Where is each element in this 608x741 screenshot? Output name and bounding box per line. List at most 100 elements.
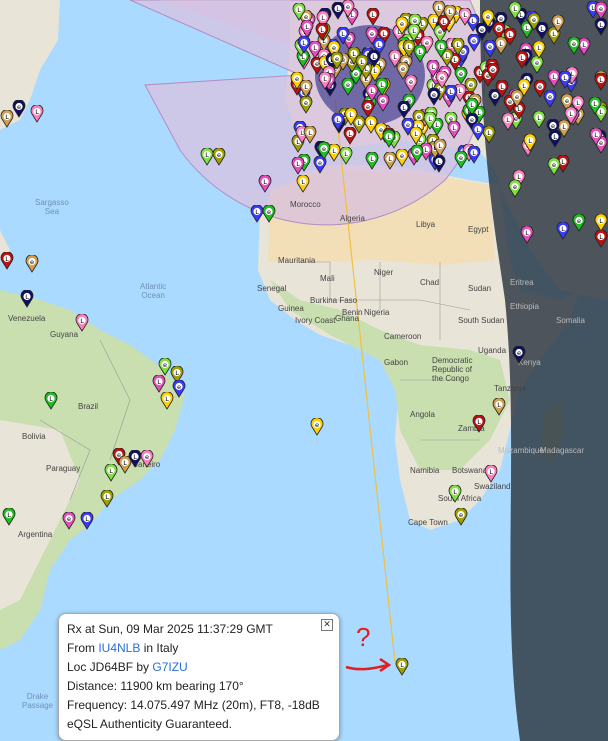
- spot-marker-icon[interactable]: e: [512, 346, 526, 364]
- spot-marker-icon[interactable]: L: [503, 28, 517, 47]
- spot-marker-icon[interactable]: L: [318, 71, 332, 90]
- spot-marker-icon[interactable]: e: [140, 450, 154, 468]
- spot-marker-icon[interactable]: L: [2, 508, 16, 526]
- spot-marker-icon[interactable]: e: [62, 512, 76, 530]
- spot-marker-icon[interactable]: L: [365, 151, 379, 170]
- spot-marker-icon[interactable]: L: [344, 107, 358, 126]
- spot-marker-icon[interactable]: L: [520, 226, 534, 244]
- spot-marker-icon[interactable]: L: [296, 175, 310, 193]
- spot-marker-icon[interactable]: L: [258, 175, 272, 193]
- spot-marker-icon[interactable]: L: [523, 133, 537, 152]
- spot-marker-icon[interactable]: e: [172, 380, 186, 398]
- spot-marker-icon[interactable]: L: [423, 112, 437, 130]
- spot-marker-icon[interactable]: L: [44, 392, 58, 410]
- spot-marker-icon[interactable]: L: [395, 658, 409, 676]
- spot-marker-icon[interactable]: e: [527, 13, 541, 32]
- map-view[interactable]: Sargasso Sea Atlantic Ocean Venezuela Gu…: [0, 0, 608, 741]
- spot-marker-icon[interactable]: L: [515, 51, 529, 69]
- spot-marker-icon[interactable]: L: [160, 392, 174, 410]
- spot-marker-icon[interactable]: L: [448, 485, 462, 503]
- spot-marker-icon[interactable]: L: [551, 15, 565, 33]
- spot-marker-icon[interactable]: e: [395, 16, 409, 35]
- spot-marker-icon[interactable]: L: [451, 38, 465, 56]
- spot-marker-icon[interactable]: e: [262, 205, 276, 223]
- spot-marker-icon[interactable]: L: [433, 138, 447, 157]
- spot-marker-icon[interactable]: e: [454, 150, 468, 169]
- spot-marker-icon[interactable]: e: [547, 157, 561, 176]
- spot-marker-icon[interactable]: e: [475, 22, 489, 41]
- spot-marker-icon[interactable]: e: [299, 96, 313, 114]
- spot-marker-icon[interactable]: e: [410, 144, 424, 163]
- close-icon[interactable]: ✕: [321, 619, 333, 631]
- spot-marker-icon[interactable]: L: [303, 125, 317, 144]
- spot-marker-icon[interactable]: L: [364, 115, 378, 134]
- spot-marker-icon[interactable]: e: [510, 90, 524, 108]
- spot-marker-icon[interactable]: e: [543, 89, 557, 108]
- spot-marker-icon[interactable]: e: [310, 418, 324, 436]
- spot-marker-icon[interactable]: L: [501, 113, 515, 131]
- spot-marker-icon[interactable]: e: [508, 180, 522, 198]
- spot-marker-icon[interactable]: L: [558, 70, 572, 89]
- spot-marker-icon[interactable]: L: [434, 40, 448, 58]
- spot-marker-icon[interactable]: e: [12, 100, 26, 118]
- spot-marker-icon[interactable]: e: [25, 255, 39, 273]
- spot-marker-icon[interactable]: e: [486, 63, 500, 82]
- spot-marker-icon[interactable]: L: [339, 147, 353, 165]
- spot-marker-icon[interactable]: L: [594, 73, 608, 91]
- spot-marker-icon[interactable]: L: [472, 415, 486, 433]
- spot-marker-icon[interactable]: L: [375, 78, 389, 96]
- receiver-callsign-link[interactable]: G7IZU: [152, 660, 187, 674]
- spot-marker-icon[interactable]: L: [20, 290, 34, 308]
- spot-marker-icon[interactable]: L: [484, 465, 498, 483]
- spot-marker-icon[interactable]: L: [589, 127, 603, 146]
- spot-marker-icon[interactable]: e: [454, 508, 468, 526]
- spot-marker-icon[interactable]: L: [564, 106, 578, 125]
- spot-marker-icon[interactable]: L: [152, 375, 166, 393]
- spot-marker-icon[interactable]: L: [556, 222, 570, 240]
- spot-marker-icon[interactable]: L: [594, 18, 608, 37]
- spot-marker-icon[interactable]: L: [548, 130, 562, 148]
- spot-marker-icon[interactable]: L: [383, 151, 397, 170]
- spot-marker-icon[interactable]: L: [104, 464, 118, 482]
- spot-marker-icon[interactable]: e: [212, 148, 226, 166]
- spot-marker-icon[interactable]: L: [291, 156, 305, 175]
- spot-marker-icon[interactable]: L: [594, 230, 608, 248]
- spot-marker-icon[interactable]: L: [292, 2, 306, 21]
- spot-marker-icon[interactable]: e: [567, 36, 581, 55]
- spot-marker-icon[interactable]: L: [336, 26, 350, 45]
- spot-marker-icon[interactable]: L: [447, 121, 461, 140]
- spot-marker-icon[interactable]: L: [366, 8, 380, 26]
- spot-marker-icon[interactable]: L: [343, 127, 357, 146]
- spot-marker-icon[interactable]: L: [388, 50, 402, 69]
- spot-marker-icon[interactable]: L: [467, 146, 481, 164]
- spot-marker-icon[interactable]: e: [435, 70, 449, 89]
- spot-marker-icon[interactable]: L: [397, 100, 411, 119]
- spot-marker-icon[interactable]: e: [483, 39, 497, 58]
- spot-marker-icon[interactable]: L: [30, 105, 44, 123]
- spot-marker-icon[interactable]: L: [100, 490, 114, 508]
- spot-marker-icon[interactable]: L: [588, 97, 602, 116]
- spot-marker-icon[interactable]: L: [443, 4, 457, 23]
- spot-marker-icon[interactable]: e: [365, 26, 379, 45]
- spot-marker-icon[interactable]: L: [75, 314, 89, 332]
- spot-marker-icon[interactable]: L: [532, 110, 546, 129]
- spot-marker-icon[interactable]: L: [409, 126, 423, 145]
- spot-marker-icon[interactable]: L: [297, 36, 311, 55]
- spot-marker-icon[interactable]: L: [331, 2, 345, 20]
- spot-marker-icon[interactable]: e: [330, 52, 344, 70]
- spot-marker-icon[interactable]: L: [367, 49, 381, 68]
- spot-marker-icon[interactable]: L: [458, 8, 472, 27]
- spot-marker-icon[interactable]: L: [315, 23, 329, 41]
- spot-marker-icon[interactable]: L: [382, 129, 396, 148]
- spot-marker-icon[interactable]: L: [355, 55, 369, 73]
- spot-marker-icon[interactable]: L: [80, 512, 94, 530]
- spot-marker-icon[interactable]: e: [427, 87, 441, 106]
- spot-marker-icon[interactable]: L: [0, 252, 14, 270]
- spot-marker-icon[interactable]: L: [471, 123, 485, 142]
- spot-marker-icon[interactable]: L: [299, 79, 313, 98]
- spot-marker-icon[interactable]: L: [492, 398, 506, 416]
- spot-marker-icon[interactable]: e: [341, 77, 355, 96]
- spot-marker-icon[interactable]: L: [508, 2, 522, 21]
- spot-marker-icon[interactable]: e: [317, 142, 331, 160]
- spot-marker-icon[interactable]: e: [572, 214, 586, 232]
